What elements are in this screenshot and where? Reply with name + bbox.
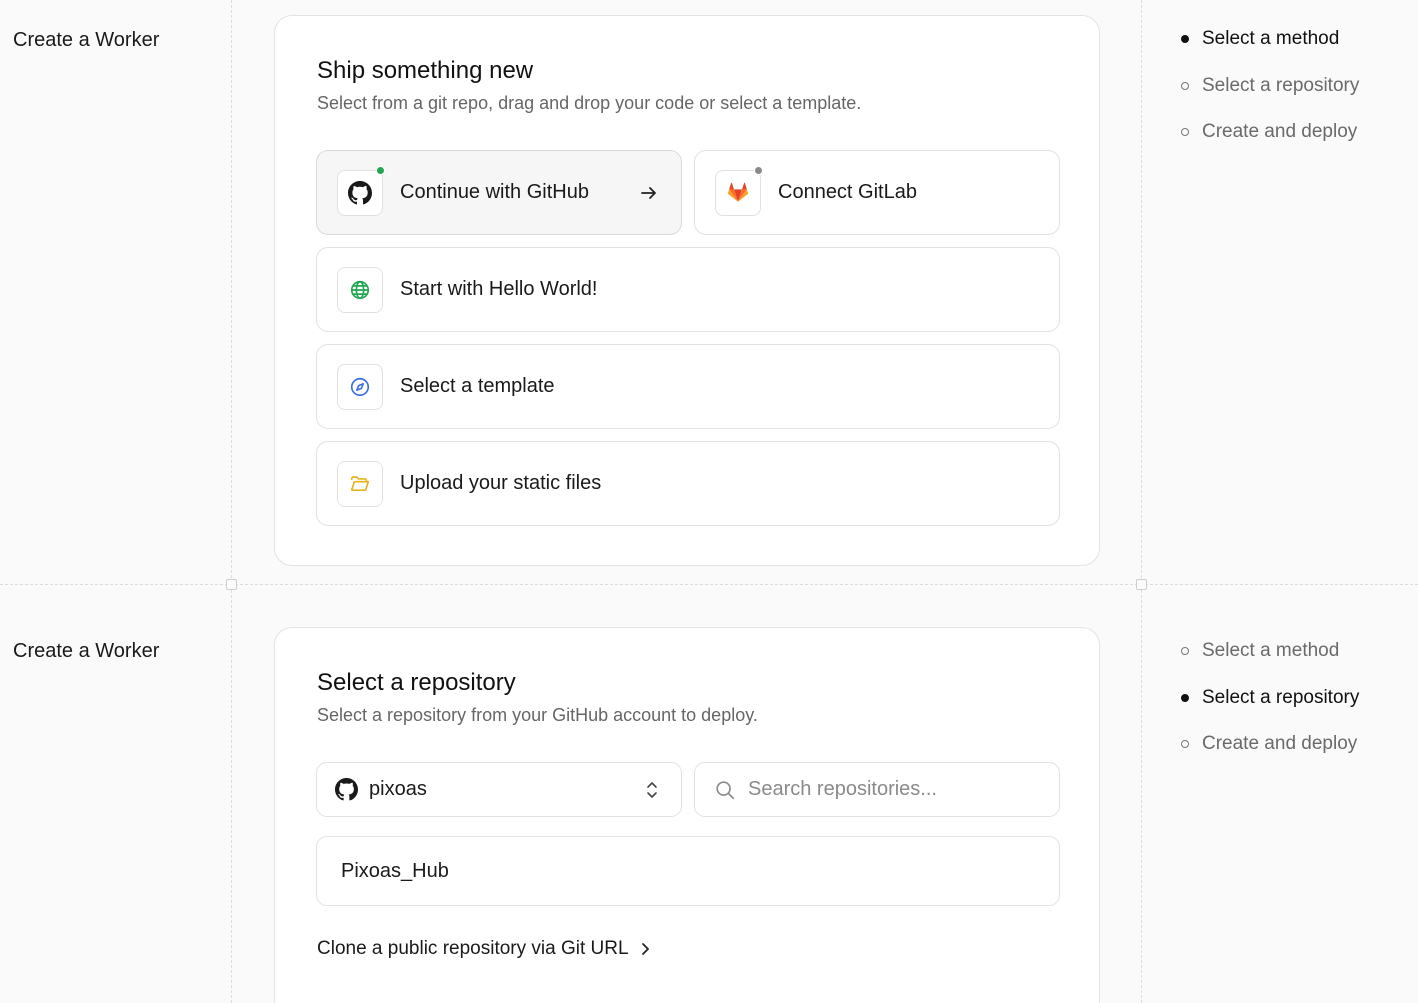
github-icon-box <box>337 165 385 216</box>
option-label: Upload your static files <box>400 472 602 494</box>
search-repositories-field[interactable] <box>694 762 1060 817</box>
card-subtitle: Select from a git repo, drag and drop yo… <box>317 93 862 113</box>
step-select-repository[interactable]: Select a repository <box>1181 63 1359 110</box>
globe-icon-box <box>337 266 383 313</box>
start-with-hello-world-button[interactable]: Start with Hello World! <box>316 247 1060 332</box>
guide-corner-right <box>1136 579 1147 590</box>
step-label: Select a method <box>1202 640 1340 662</box>
account-select-value: pixoas <box>369 778 427 800</box>
guide-line-horizontal <box>0 584 1418 585</box>
step-select-method[interactable]: Select a method <box>1181 628 1359 675</box>
select-a-template-button[interactable]: Select a template <box>316 344 1060 429</box>
gitlab-icon-box <box>715 165 763 216</box>
step-create-and-deploy[interactable]: Create and deploy <box>1181 721 1359 768</box>
page: Create a Worker Ship something new Selec… <box>0 0 1418 1003</box>
select-repository-card: Select a repository Select a repository … <box>274 627 1100 1003</box>
option-label: Continue with GitHub <box>400 181 589 203</box>
ship-something-new-card: Ship something new Select from a git rep… <box>274 15 1100 566</box>
step-create-and-deploy[interactable]: Create and deploy <box>1181 109 1359 156</box>
compass-icon-box <box>337 363 383 410</box>
section-title: Create a Worker <box>13 29 160 51</box>
connect-gitlab-button[interactable]: Connect GitLab <box>694 150 1060 235</box>
progress-steps: Select a method Select a repository Crea… <box>1181 16 1359 156</box>
step-label: Select a repository <box>1202 686 1360 708</box>
step-select-repository[interactable]: Select a repository <box>1181 675 1359 722</box>
connected-status-dot <box>376 165 385 175</box>
step-bullet <box>1181 35 1189 44</box>
card-subtitle: Select a repository from your GitHub acc… <box>317 705 758 725</box>
step-bullet <box>1181 81 1189 90</box>
option-label: Start with Hello World! <box>400 278 598 300</box>
upload-static-files-button[interactable]: Upload your static files <box>316 441 1060 526</box>
card-title: Select a repository <box>317 669 516 696</box>
gitlab-icon <box>727 182 749 202</box>
folder-icon-box <box>337 460 383 507</box>
step-bullet <box>1181 647 1189 656</box>
repository-list-item[interactable]: Pixoas_Hub <box>316 836 1060 906</box>
step-select-method[interactable]: Select a method <box>1181 16 1359 63</box>
folder-icon <box>350 475 370 491</box>
step-bullet <box>1181 128 1189 137</box>
step-label: Create and deploy <box>1202 121 1358 143</box>
disconnected-status-dot <box>754 165 763 175</box>
step-bullet <box>1181 740 1189 749</box>
repository-name: Pixoas_Hub <box>341 859 449 882</box>
chevron-up-down-icon <box>647 781 657 798</box>
section-title: Create a Worker <box>13 640 160 662</box>
step-bullet <box>1181 693 1189 702</box>
guide-line-left <box>231 0 232 1003</box>
github-icon <box>335 778 358 801</box>
clone-public-repository-link[interactable]: Clone a public repository via Git URL <box>317 938 651 960</box>
option-label: Connect GitLab <box>778 181 917 203</box>
search-repositories-input[interactable] <box>748 778 1028 801</box>
guide-corner-left <box>226 579 237 590</box>
search-icon <box>716 780 735 799</box>
compass-icon <box>350 377 370 396</box>
step-label: Select a method <box>1202 28 1340 50</box>
step-label: Select a repository <box>1202 74 1360 96</box>
card-title: Ship something new <box>317 57 534 84</box>
arrow-right-icon <box>641 186 656 199</box>
clone-link-label: Clone a public repository via Git URL <box>317 938 629 959</box>
chevron-right-icon <box>641 943 649 955</box>
option-label: Select a template <box>400 375 555 397</box>
github-icon <box>348 180 372 204</box>
guide-line-right <box>1141 0 1142 1003</box>
account-select[interactable]: pixoas <box>316 762 682 817</box>
globe-icon <box>350 280 370 299</box>
continue-with-github-button[interactable]: Continue with GitHub <box>316 150 682 235</box>
step-label: Create and deploy <box>1202 733 1358 755</box>
progress-steps: Select a method Select a repository Crea… <box>1181 628 1359 768</box>
